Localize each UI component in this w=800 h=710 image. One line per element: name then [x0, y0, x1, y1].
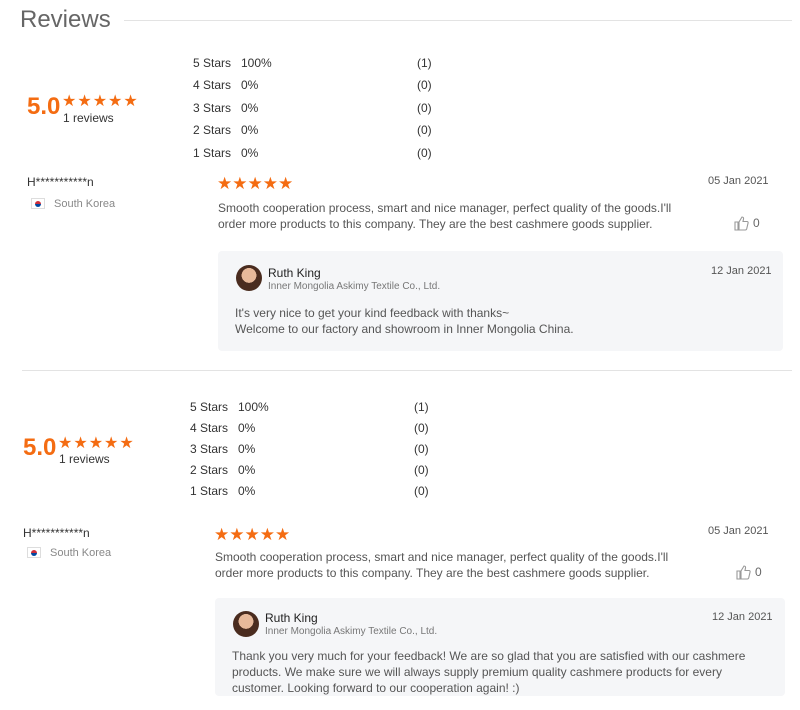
rating-count: (0): [417, 123, 432, 137]
rating-label: 5 Stars: [193, 56, 232, 70]
south-korea-flag-icon: [31, 198, 45, 209]
rating-label: 4 Stars: [190, 421, 229, 435]
rating-count: (0): [414, 484, 429, 498]
summary-stars: ★★★★★: [58, 435, 135, 452]
thumbs-up-icon: [736, 565, 751, 580]
like-button[interactable]: 0: [733, 215, 760, 231]
header-divider: [124, 20, 792, 21]
rating-count: (0): [417, 146, 432, 160]
rating-percent: 0%: [241, 78, 259, 92]
reviewer-country: South Korea: [54, 198, 116, 210]
rating-count: (1): [414, 400, 429, 414]
rating-label: 4 Stars: [193, 78, 232, 92]
summary-review-count[interactable]: 1 reviews: [63, 111, 114, 125]
rating-percent: 0%: [238, 421, 256, 435]
rating-percent: 0%: [241, 146, 259, 160]
rating-label: 1 Stars: [193, 146, 232, 160]
rating-label: 2 Stars: [190, 463, 229, 477]
rating-label: 1 Stars: [190, 484, 229, 498]
summary-score: 5.0: [27, 93, 61, 120]
supplier-reply: Ruth King Inner Mongolia Askimy Textile …: [218, 251, 783, 351]
review-text: Smooth cooperation process, smart and ni…: [218, 201, 672, 231]
rating-label: 3 Stars: [190, 442, 229, 456]
avatar: [236, 265, 262, 291]
rating-percent: 100%: [241, 56, 272, 70]
rating-percent: 0%: [241, 123, 259, 137]
review-text: Smooth cooperation process, smart and ni…: [215, 550, 669, 580]
review-stars: ★★★★★: [217, 174, 294, 193]
reviewer-name: H***********n: [27, 175, 94, 189]
rating-count: (0): [414, 421, 429, 435]
rating-count: (0): [417, 78, 432, 92]
reply-date: 12 Jan 2021: [712, 611, 773, 623]
like-count: 0: [755, 565, 762, 579]
reply-text: It's very nice to get your kind feedback…: [235, 306, 574, 336]
rating-count: (0): [414, 442, 429, 456]
rating-percent: 0%: [241, 101, 259, 115]
rating-label: 2 Stars: [193, 123, 232, 137]
rating-count: (0): [417, 101, 432, 115]
reviewer-name: H***********n: [23, 526, 90, 540]
summary-stars: ★★★★★: [62, 93, 139, 110]
rating-percent: 0%: [238, 442, 256, 456]
rating-percent: 0%: [238, 463, 256, 477]
south-korea-flag-icon: [27, 547, 41, 558]
rating-percent: 0%: [238, 484, 256, 498]
review-date: 05 Jan 2021: [708, 525, 769, 537]
avatar: [233, 611, 259, 637]
rating-label: 5 Stars: [190, 400, 229, 414]
like-button[interactable]: 0: [735, 564, 762, 580]
rating-label: 3 Stars: [193, 101, 232, 115]
reply-date: 12 Jan 2021: [711, 265, 772, 277]
reply-author: Ruth King: [265, 611, 318, 625]
supplier-reply: Ruth King Inner Mongolia Askimy Textile …: [215, 598, 785, 696]
section-divider: [22, 370, 792, 371]
rating-percent: 100%: [238, 400, 269, 414]
like-count: 0: [753, 216, 760, 230]
reviewer-country: South Korea: [50, 547, 112, 559]
thumbs-up-icon: [734, 216, 749, 231]
reply-text: Thank you very much for your feedback! W…: [232, 649, 746, 695]
summary-review-count[interactable]: 1 reviews: [59, 452, 110, 466]
review-stars: ★★★★★: [214, 525, 291, 544]
reply-company: Inner Mongolia Askimy Textile Co., Ltd.: [265, 626, 438, 637]
summary-score: 5.0: [23, 434, 57, 461]
rating-count: (1): [417, 56, 432, 70]
review-date: 05 Jan 2021: [708, 175, 769, 187]
reply-author: Ruth King: [268, 266, 321, 280]
rating-count: (0): [414, 463, 429, 477]
reviews-header: Reviews: [20, 6, 792, 36]
reply-company: Inner Mongolia Askimy Textile Co., Ltd.: [268, 281, 441, 292]
page-title: Reviews: [20, 6, 111, 33]
